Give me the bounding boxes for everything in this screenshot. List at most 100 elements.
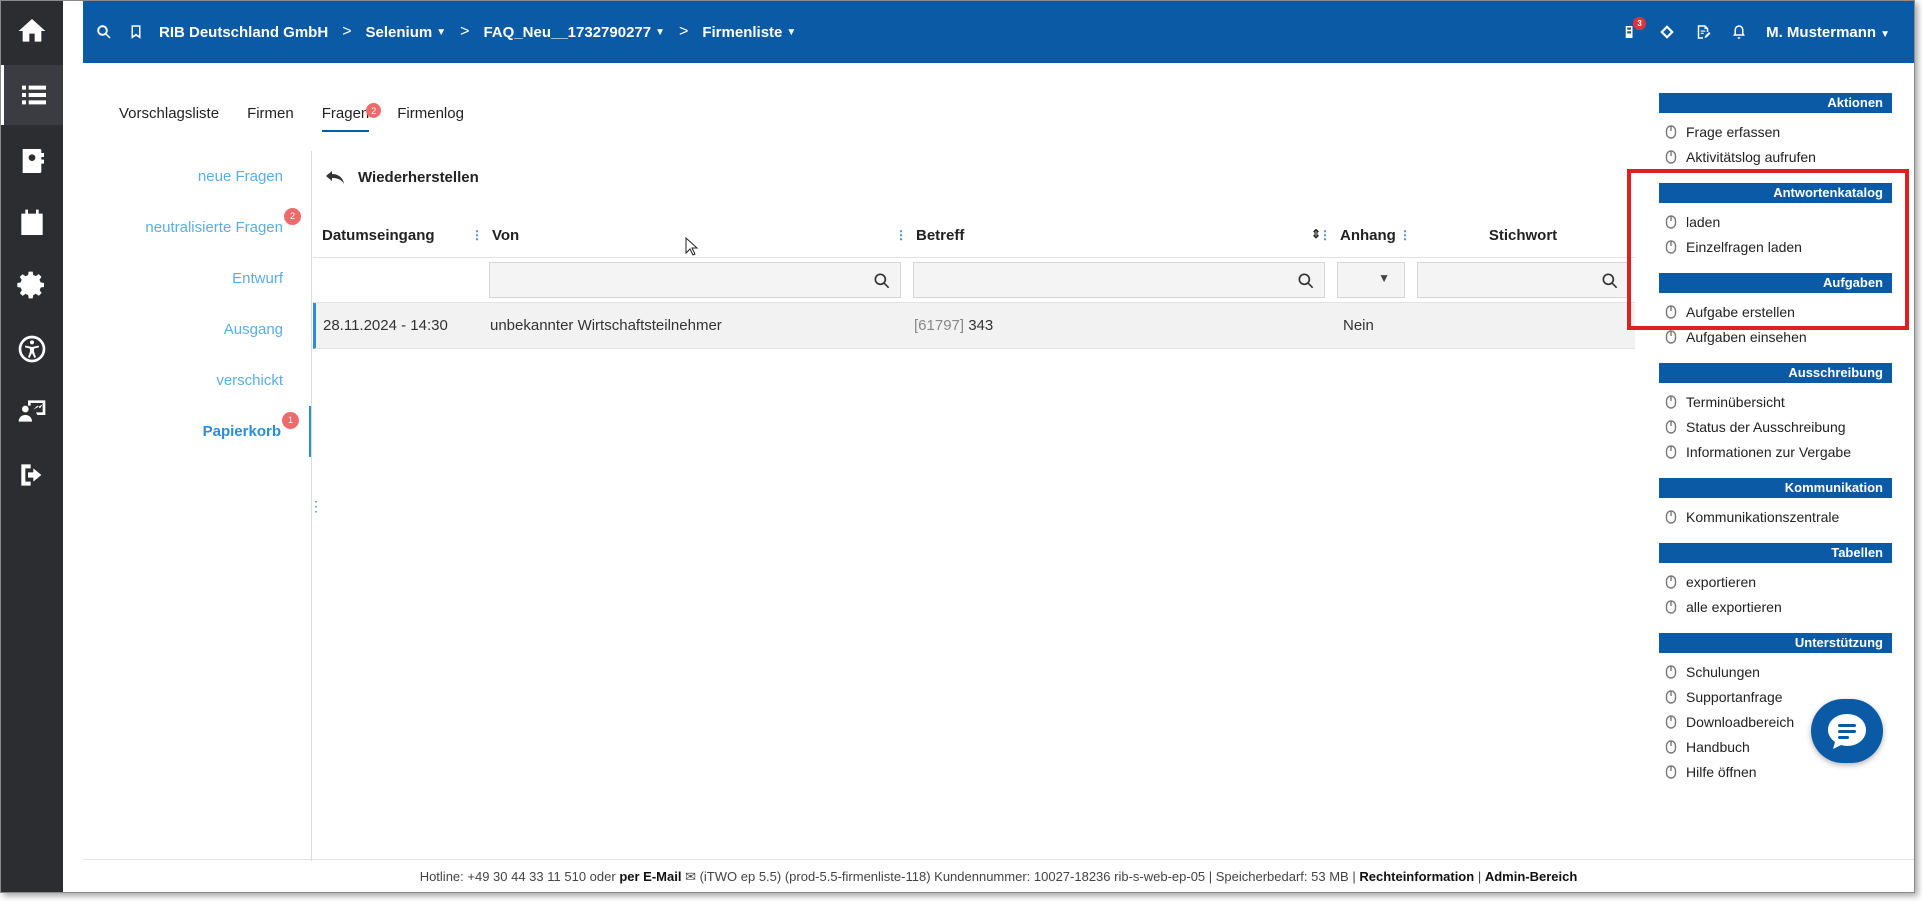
main-sidebar [1,1,63,892]
header-right-tools: 3 M. Mustermann ▼ [1622,1,1890,63]
action-frage-erfassen[interactable]: Frage erfassen [1659,119,1892,144]
footer-customer-info: Kundennummer: 10027-18236 rib-s-web-ep-0… [934,869,1356,884]
highlight-box [1627,169,1909,330]
home-icon[interactable] [1,1,63,61]
column-header-betreff[interactable]: Betreff ⇕ ⋮ [907,214,1331,257]
column-resize-icon[interactable]: ⋮ [1399,228,1411,242]
breadcrumb-item-procedure[interactable]: FAQ_Neu__1732790277 ▼ [483,24,665,41]
logout-icon[interactable] [1,445,63,505]
table-header: Datumseingang ⋮ Von ⋮ Betreff ⇕ ⋮ Anhang ⋮ St… [313,214,1635,258]
footer-version: (iTWO ep 5.5) (prod-5.5-firmenliste-118) [699,869,931,884]
admin-link[interactable]: Admin-Bereich [1485,869,1577,884]
accessibility-icon[interactable] [1,319,63,379]
notification-badge: 3 [1633,17,1647,30]
mouse-icon [1665,419,1677,434]
folder-neue-fragen[interactable]: neue Fragen [83,151,311,202]
folder-papierkorb[interactable]: Papierkorb 1 [83,406,311,457]
column-resize-icon[interactable]: ⋮ [895,228,907,242]
footer-separator: | [1477,869,1482,884]
user-menu[interactable]: M. Mustermann ▼ [1766,24,1890,41]
action-terminuebersicht[interactable]: Terminübersicht [1659,389,1892,414]
action-kommunikationszentrale[interactable]: Kommunikationszentrale [1659,504,1892,529]
folder-label: Entwurf [232,270,283,287]
mouse-icon [1665,714,1677,729]
document-edit-icon[interactable] [1694,23,1712,41]
contacts-icon[interactable] [1,131,63,191]
tab-bar: Vorschlagsliste Firmen Fragen 2 Firmenlog [119,101,492,132]
column-header-datumseingang[interactable]: Datumseingang ⋮ [313,214,483,257]
send-icon[interactable] [1658,23,1676,41]
folder-entwurf[interactable]: Entwurf [83,253,311,304]
top-header: RIB Deutschland GmbH > Selenium ▼ > FAQ_N… [83,1,1914,63]
action-aktivitaetslog[interactable]: Aktivitätslog aufrufen [1659,144,1892,169]
breadcrumb-item-company[interactable]: RIB Deutschland GmbH [159,24,328,41]
column-label: Betreff [916,227,965,244]
filter-select-anhang[interactable]: ▼ [1337,262,1405,298]
breadcrumb-item-project[interactable]: Selenium ▼ [366,24,447,41]
action-label: Handbuch [1686,738,1750,755]
tab-firmen[interactable]: Firmen [247,101,294,132]
chat-button[interactable] [1811,699,1883,763]
column-header-anhang[interactable]: Anhang ⋮ [1331,214,1411,257]
legal-link[interactable]: Rechteinformation [1359,869,1474,884]
list-icon[interactable] [1,65,63,125]
column-resize-icon[interactable]: ⋮ [471,228,483,242]
action-schulungen[interactable]: Schulungen [1659,659,1892,684]
action-label: Informationen zur Vergabe [1686,443,1851,460]
breadcrumb-item-page[interactable]: Firmenliste ▼ [702,24,796,41]
presentation-user-icon[interactable] [1,381,63,441]
breadcrumb-label: FAQ_Neu__1732790277 [483,23,652,41]
filter-input-betreff[interactable] [913,262,1325,298]
filter-input-stichwort[interactable] [1417,262,1629,298]
action-alle-exportieren[interactable]: alle exportieren [1659,594,1892,619]
action-hilfe-oeffnen[interactable]: Hilfe öffnen [1659,759,1892,784]
mouse-icon [1665,509,1677,524]
cell-anhang: Nein [1343,317,1374,334]
mouse-icon [1665,124,1677,139]
action-exportieren[interactable]: exportieren [1659,569,1892,594]
caret-down-icon: ▼ [436,26,447,38]
folder-neutralisierte-fragen[interactable]: neutralisierte Fragen 2 [83,202,311,253]
tab-label: Vorschlagsliste [119,105,220,122]
action-informationen-vergabe[interactable]: Informationen zur Vergabe [1659,439,1892,464]
folder-badge: 1 [282,412,299,429]
table-row[interactable]: 28.11.2024 - 14:30 unbekannter Wirtschaf… [313,303,1635,349]
chat-icon [1828,714,1866,749]
reference-id: [61797] [914,317,965,334]
caret-down-icon: ▼ [1880,28,1890,40]
action-label: Aufgaben einsehen [1686,328,1807,345]
action-status-ausschreibung[interactable]: Status der Ausschreibung [1659,414,1892,439]
search-icon [1298,273,1314,289]
folder-label: Ausgang [223,321,283,338]
column-resize-icon[interactable]: ⋮ [1319,228,1331,242]
tab-fragen[interactable]: Fragen 2 [321,101,382,132]
filter-input-von[interactable] [489,262,901,298]
resize-handle-icon[interactable]: ⋮ [309,498,323,515]
restore-button[interactable]: Wiederherstellen [326,169,479,186]
email-link[interactable]: per E-Mail [619,869,681,884]
mouse-icon [1665,329,1677,344]
mouse-icon [1665,764,1677,779]
section-title: Kommunikation [1659,478,1892,498]
bookmark-icon[interactable] [127,23,145,41]
mouse-icon [1665,739,1677,754]
folder-verschickt[interactable]: verschickt [83,355,311,406]
calendar-icon[interactable] [1,193,63,253]
app-window: RIB Deutschland GmbH > Selenium ▼ > FAQ_N… [0,0,1915,893]
bell-icon[interactable] [1730,23,1748,41]
envelope-icon: ✉ [685,869,696,884]
search-icon[interactable] [95,23,113,41]
tab-vorschlagsliste[interactable]: Vorschlagsliste [119,101,219,132]
section-ausschreibung: Ausschreibung Terminübersicht Status der… [1659,363,1892,464]
cell-datum: 28.11.2024 - 14:30 [323,317,448,334]
mouse-icon [1665,444,1677,459]
gear-icon[interactable] [1,255,63,315]
search-icon [1602,273,1618,289]
more-vertical-icon[interactable] [71,11,75,27]
column-header-stichwort[interactable]: Stichwort [1411,214,1635,257]
folder-ausgang[interactable]: Ausgang [83,304,311,355]
action-label: Aktivitätslog aufrufen [1686,148,1816,165]
tab-firmenlog[interactable]: Firmenlog [397,101,464,132]
tasks-icon[interactable]: 3 [1622,17,1647,41]
folder-label: Papierkorb [202,423,281,440]
